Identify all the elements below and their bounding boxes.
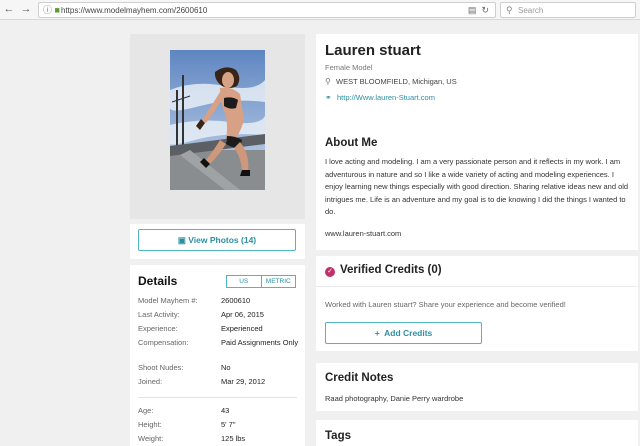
reload-icon[interactable]: ↻ <box>481 5 489 15</box>
details-divider <box>138 397 297 398</box>
tags-panel: Tags <box>316 420 638 446</box>
profile-name: Lauren stuart <box>325 42 421 59</box>
detail-label: Height: <box>138 420 162 429</box>
unit-us-button[interactable]: US <box>227 276 262 287</box>
profile-location: WEST BLOOMFIELD, Michigan, US <box>336 77 457 86</box>
credit-notes-panel: Credit Notes Raad photography, Danie Per… <box>316 363 638 411</box>
detail-value: Paid Assignments Only <box>221 338 299 347</box>
search-icon: ⚲ <box>506 5 513 15</box>
search-placeholder: Search <box>518 6 544 15</box>
about-website: www.lauren-stuart.com <box>325 229 402 238</box>
profile-page: ▣ View Photos (14) Details US METRIC Mod… <box>0 20 640 446</box>
checkmark-badge-icon: ✓ <box>325 267 335 277</box>
unit-metric-button[interactable]: METRIC <box>262 276 296 287</box>
verified-credits-title: Verified Credits (0) <box>340 264 442 276</box>
tags-title: Tags <box>325 430 351 442</box>
add-credits-label: Add Credits <box>384 328 433 338</box>
detail-label: Last Activity: <box>138 310 180 319</box>
detail-label: Joined: <box>138 377 163 386</box>
browser-toolbar: ← → ⓘ ■ https://www.modelmayhem.com/2600… <box>0 0 640 20</box>
profile-photo-image <box>170 50 265 190</box>
view-photos-button[interactable]: ▣ View Photos (14) <box>138 229 296 251</box>
verified-credits-panel: ✓ Verified Credits (0) Worked with Laure… <box>316 256 638 351</box>
lock-icon: ■ <box>54 5 60 15</box>
verified-prompt: Worked with Lauren stuart? Share your ex… <box>325 300 566 309</box>
verified-divider <box>316 286 638 287</box>
profile-photo[interactable] <box>170 50 265 190</box>
detail-value: No <box>221 363 231 372</box>
credit-notes-title: Credit Notes <box>325 372 394 384</box>
detail-value: Mar 29, 2012 <box>221 377 266 386</box>
search-input[interactable]: ⚲ Search <box>500 2 636 18</box>
map-pin-icon: ⚲ <box>325 77 331 86</box>
photo-panel <box>130 34 305 219</box>
details-title: Details <box>138 274 178 288</box>
detail-value: 125 lbs <box>221 434 246 443</box>
detail-value: 43 <box>221 406 230 415</box>
view-photos-label: View Photos (14) <box>188 235 257 245</box>
detail-label: Compensation: <box>138 338 189 347</box>
detail-label: Experience: <box>138 324 178 333</box>
detail-value: Experienced <box>221 324 263 333</box>
about-panel: About Me I love acting and modeling. I a… <box>316 125 638 250</box>
back-arrow-icon[interactable]: ← <box>3 3 15 16</box>
image-icon: ▣ <box>177 235 186 245</box>
reader-view-icon[interactable]: ▤ <box>468 5 477 15</box>
add-credits-button[interactable]: + Add Credits <box>325 322 482 344</box>
plus-icon: + <box>374 328 380 338</box>
link-icon: ⚭ <box>325 93 332 102</box>
detail-label: Weight: <box>138 434 164 443</box>
url-text[interactable]: https://www.modelmayhem.com/2600610 <box>61 4 207 17</box>
profile-role: Female Model <box>325 63 373 72</box>
detail-value: 2600610 <box>221 296 251 305</box>
forward-arrow-icon[interactable]: → <box>20 3 32 16</box>
detail-value: Apr 06, 2015 <box>221 310 264 319</box>
info-icon[interactable]: ⓘ <box>43 5 52 15</box>
unit-toggle: US METRIC <box>226 275 296 288</box>
detail-label: Shoot Nudes: <box>138 363 184 372</box>
credit-notes-text: Raad photography, Danie Perry wardrobe <box>325 394 464 403</box>
details-panel: Details US METRIC Model Mayhem #: 260061… <box>130 265 305 446</box>
address-bar[interactable]: ⓘ ■ https://www.modelmayhem.com/2600610 … <box>38 2 496 18</box>
profile-website-link[interactable]: http://Www.lauren-Stuart.com <box>337 93 435 102</box>
detail-label: Model Mayhem #: <box>138 296 198 305</box>
profile-header: Lauren stuart Female Model ⚲ WEST BLOOMF… <box>316 34 638 128</box>
view-photos-panel: ▣ View Photos (14) <box>130 224 305 259</box>
about-text: I love acting and modeling. I am a very … <box>325 157 629 216</box>
about-title: About Me <box>325 137 378 149</box>
detail-label: Age: <box>138 406 154 415</box>
detail-value: 5' 7" <box>221 420 236 429</box>
